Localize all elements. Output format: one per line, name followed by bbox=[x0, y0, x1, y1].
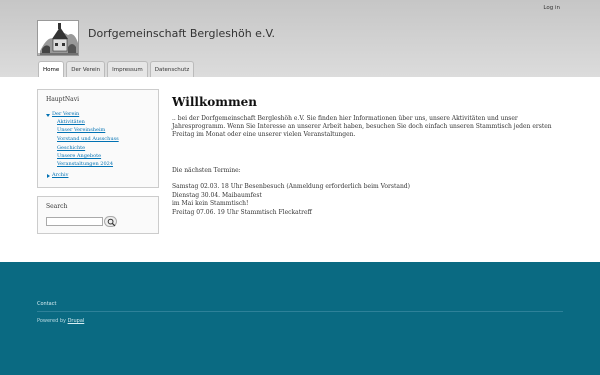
powered-by: Powered by Drupal bbox=[37, 318, 84, 324]
drupal-link[interactable]: Drupal bbox=[68, 318, 85, 324]
event-item: Dienstag 30.04. Maibaumfest bbox=[172, 191, 262, 199]
powered-by-label: Powered by bbox=[37, 318, 66, 324]
search-input[interactable] bbox=[46, 217, 103, 226]
event-item: Freitag 07.06. 19 Uhr Stammtisch Fleckat… bbox=[172, 208, 312, 216]
tab-impressum[interactable]: Impressum bbox=[107, 61, 148, 77]
events-heading: Die nächsten Termine: bbox=[172, 167, 241, 174]
event-item: Samstag 02.03. 18 Uhr Besenbesuch (Anmel… bbox=[172, 183, 410, 190]
tab-home[interactable]: Home bbox=[38, 61, 65, 77]
sidebar-item-vereinsheim[interactable]: Unser Vereinsheim bbox=[57, 127, 105, 133]
intro-text: .. bei der Dorfgemeinschaft Bergleshöh e… bbox=[172, 115, 552, 138]
sidebar-item-archiv[interactable]: Archiv bbox=[52, 172, 68, 178]
contact-link[interactable]: Contact bbox=[37, 301, 56, 307]
navigation-block: HauptNavi Der Verein Aktivitäten Unser V… bbox=[37, 89, 159, 188]
search-button[interactable] bbox=[104, 216, 117, 227]
collapsed-arrow-icon bbox=[47, 174, 50, 178]
footer-divider bbox=[37, 311, 563, 312]
sidebar-item-vorstand[interactable]: Vorstand und Ausschuss bbox=[57, 136, 119, 142]
nav-block-title: HauptNavi bbox=[46, 96, 80, 103]
site-name[interactable]: Dorfgemeinschaft Bergleshöh e.V. bbox=[88, 27, 275, 40]
sidebar-item-der-verein[interactable]: Der Verein bbox=[52, 111, 79, 117]
expanded-arrow-icon bbox=[46, 114, 50, 117]
sidebar-item-angebote[interactable]: Unsere Angebote bbox=[57, 153, 101, 159]
tab-der-verein[interactable]: Der Verein bbox=[66, 61, 106, 77]
site-header: Log in Dorfgemeinschaft Bergleshöh e.V. … bbox=[0, 0, 600, 77]
village-logo-icon[interactable] bbox=[37, 20, 79, 56]
main-tabs: Home Der Verein Impressum Datenschutz bbox=[38, 61, 195, 77]
page-title: Willkommen bbox=[172, 95, 258, 109]
site-footer: Contact Powered by Drupal bbox=[0, 262, 600, 375]
sidebar-item-aktivitaeten[interactable]: Aktivitäten bbox=[57, 119, 85, 125]
tab-datenschutz[interactable]: Datenschutz bbox=[149, 61, 195, 77]
sidebar-item-veranstaltungen-2024[interactable]: Veranstaltungen 2024 bbox=[57, 161, 113, 167]
search-block-title: Search bbox=[46, 203, 68, 210]
event-item: im Mai kein Stammtisch! bbox=[172, 200, 249, 207]
sidebar-item-geschichte[interactable]: Geschichte bbox=[57, 145, 85, 151]
events-list: Samstag 02.03. 18 Uhr Besenbesuch (Anmel… bbox=[172, 183, 567, 217]
search-block: Search bbox=[37, 196, 159, 234]
login-link[interactable]: Log in bbox=[543, 5, 560, 11]
search-icon bbox=[107, 218, 116, 227]
